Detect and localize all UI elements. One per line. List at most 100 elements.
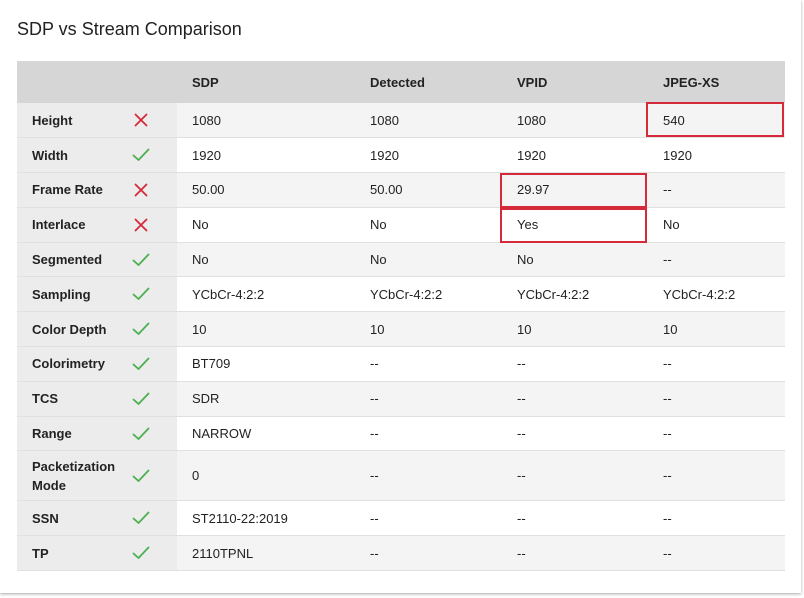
cell-value: 1080 (192, 112, 221, 128)
table-row: TP 2110TPNL -- -- -- (17, 535, 785, 572)
cell-value: 2110TPNL (192, 545, 254, 561)
cell-value: 1080 (370, 112, 399, 128)
cell-value: Yes (517, 217, 539, 233)
check-icon (115, 381, 177, 417)
cell-value: -- (370, 391, 379, 407)
table-row: Frame Rate 50.00 50.00 29.97 -- (17, 172, 785, 208)
cell-value: -- (517, 468, 526, 484)
cell-detected: -- (355, 500, 502, 537)
row-label: Colorimetry (17, 346, 115, 382)
cell-value: -- (370, 426, 379, 442)
table-row: Height 1080 1080 1080 540 (17, 102, 785, 139)
row-label: Segmented (17, 242, 115, 278)
cell-value: 29.97 (517, 182, 550, 198)
cell-value: -- (517, 356, 526, 372)
cell-vpid: 10 (502, 311, 648, 348)
cell-value: -- (663, 356, 672, 372)
cell-jpeg-xs: -- (648, 381, 785, 417)
cell-value: -- (663, 510, 672, 526)
table-body: Height 1080 1080 1080 540 Width 1920 1920 1920 19… (17, 102, 785, 572)
cell-value: -- (370, 510, 379, 526)
header-vpid: VPID (502, 61, 648, 103)
cell-detected: -- (355, 381, 502, 417)
cell-value: YCbCr-4:2:2 (192, 286, 265, 302)
cross-icon (115, 103, 177, 139)
cell-detected: No (355, 242, 502, 278)
cell-detected: -- (355, 416, 502, 452)
cell-value: -- (370, 356, 379, 372)
cell-sdp: YCbCr-4:2:2 (177, 276, 355, 313)
table-row: Color Depth 10 10 10 10 (17, 311, 785, 348)
cell-jpeg-xs: -- (648, 346, 785, 382)
table-row: Segmented No No No -- (17, 242, 785, 278)
cell-value: -- (370, 468, 379, 484)
check-icon (115, 450, 177, 502)
cell-value: YCbCr-4:2:2 (517, 286, 590, 302)
cell-value: 50.00 (370, 182, 403, 198)
card-title: SDP vs Stream Comparison (17, 19, 242, 39)
cell-value: No (370, 252, 387, 268)
cell-value: No (517, 252, 534, 268)
cell-jpeg-xs: -- (648, 535, 785, 572)
cell-vpid: 1920 (502, 137, 648, 174)
cell-jpeg-xs: -- (648, 416, 785, 452)
cell-value: YCbCr-4:2:2 (370, 286, 443, 302)
cell-value: SDR (192, 391, 220, 407)
cell-sdp: 1080 (177, 103, 355, 139)
cell-sdp: ST2110-22:2019 (177, 500, 355, 537)
header-detected: Detected (355, 61, 502, 103)
comparison-table: SDP Detected VPID JPEG-XS Height 1080 1080… (17, 61, 785, 572)
cell-detected: -- (355, 535, 502, 572)
cell-value: No (370, 217, 387, 233)
cell-jpeg-xs: -- (648, 500, 785, 537)
check-icon (115, 416, 177, 452)
cell-value: -- (517, 426, 526, 442)
cell-detected: 1920 (355, 137, 502, 174)
cell-value: 10 (370, 321, 385, 337)
cell-value: -- (517, 545, 526, 561)
table-row: Range NARROW -- -- -- (17, 416, 785, 452)
cell-value: No (192, 252, 209, 268)
cell-jpeg-xs: -- (648, 242, 785, 278)
cell-vpid: No (502, 242, 648, 278)
cell-value: -- (663, 426, 672, 442)
row-label: Width (17, 137, 115, 174)
check-icon (115, 346, 177, 382)
row-label: Range (17, 416, 115, 452)
cell-jpeg-xs: 540 (646, 102, 785, 139)
table-row: Interlace No No Yes No (17, 207, 785, 243)
cell-value: NARROW (192, 426, 252, 442)
check-icon (115, 137, 177, 174)
cell-value: 1080 (517, 112, 546, 128)
cell-jpeg-xs: No (648, 207, 785, 243)
check-icon (115, 535, 177, 572)
check-icon (115, 500, 177, 537)
row-label: TP (17, 535, 115, 572)
cell-value: 540 (663, 112, 685, 128)
row-label: Height (17, 103, 115, 139)
cell-value: 10 (192, 321, 207, 337)
cell-value: -- (663, 182, 672, 198)
row-label: Sampling (17, 276, 115, 313)
row-label: SSN (17, 500, 115, 537)
check-icon (115, 311, 177, 348)
cell-detected: 1080 (355, 103, 502, 139)
table-row: TCS SDR -- -- -- (17, 381, 785, 417)
table-header-row: SDP Detected VPID JPEG-XS (17, 61, 785, 103)
cell-sdp: 1920 (177, 137, 355, 174)
cell-value: -- (663, 468, 672, 484)
table-row: Colorimetry BT709 -- -- -- (17, 346, 785, 382)
cell-value: -- (663, 252, 672, 268)
cell-value: -- (663, 545, 672, 561)
cell-value: ST2110-22:2019 (192, 510, 288, 526)
cell-vpid: -- (502, 381, 648, 417)
header-label-col (17, 61, 115, 103)
row-label: Color Depth (17, 311, 115, 348)
table-row: Sampling YCbCr-4:2:2 YCbCr-4:2:2 YCbCr-4:2:… (17, 276, 785, 313)
cell-detected: 50.00 (355, 172, 502, 208)
cell-value: YCbCr-4:2:2 (663, 286, 736, 302)
row-label: Frame Rate (17, 172, 115, 208)
cell-vpid: -- (502, 535, 648, 572)
cell-sdp: 50.00 (177, 172, 355, 208)
cell-jpeg-xs: -- (648, 172, 785, 208)
